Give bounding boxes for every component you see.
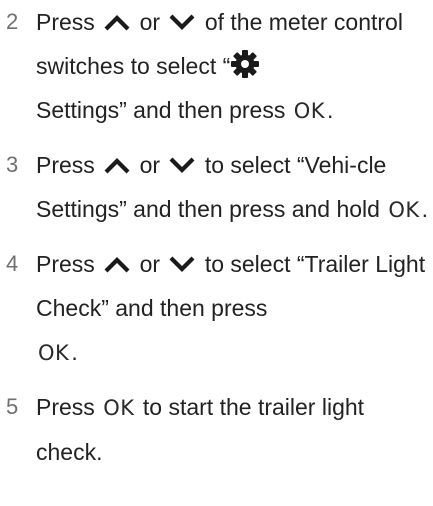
step-number: 3 (6, 152, 19, 177)
step-text: Press OK to start the trailer light chec… (36, 385, 429, 474)
chevron-up-icon (103, 13, 131, 31)
step-text-part: Settings” and then press (36, 97, 286, 123)
instruction-steps: 2 Press or of the meter control switches… (0, 0, 433, 484)
step-text-part: Press (36, 9, 95, 35)
step-text-part: . (71, 339, 78, 365)
ok-button-label: OK (103, 396, 135, 420)
ok-button-label: OK (38, 341, 70, 365)
step-5: 5 Press OK to start the trailer light ch… (0, 385, 433, 474)
step-text-part: . (421, 196, 429, 222)
step-text-part: . (327, 97, 334, 123)
step-4: 4 Press or to select “Trailer Light Chec… (0, 242, 433, 375)
chevron-up-icon (103, 255, 131, 273)
step-text-part: Press (36, 394, 95, 420)
gear-icon (230, 49, 260, 79)
step-3: 3 Press or to select “Vehi-cle Settings”… (0, 143, 433, 232)
step-2: 2 Press or of the meter control switches… (0, 0, 433, 133)
step-text: Press or of the meter control switches t… (36, 0, 429, 133)
step-text: Press or to select “Vehi-cle Settings” a… (36, 143, 429, 232)
chevron-down-icon (168, 13, 196, 31)
chevron-down-icon (168, 156, 196, 174)
ok-button-label: OK (293, 99, 326, 123)
ok-button-label: OK (388, 198, 420, 222)
step-text-part: or (139, 251, 161, 277)
step-text-part: Press (36, 152, 95, 178)
chevron-up-icon (103, 156, 131, 174)
step-text-part: or (139, 9, 161, 35)
chevron-down-icon (168, 255, 196, 273)
step-number: 5 (6, 394, 19, 419)
step-number: 4 (6, 251, 19, 276)
step-text-part: to select “Trailer Light Check” and then… (36, 251, 426, 321)
step-text-part: or (139, 152, 161, 178)
step-number: 2 (6, 9, 19, 34)
step-text-part: Press (36, 251, 95, 277)
step-text: Press or to select “Trailer Light Check”… (36, 242, 429, 375)
